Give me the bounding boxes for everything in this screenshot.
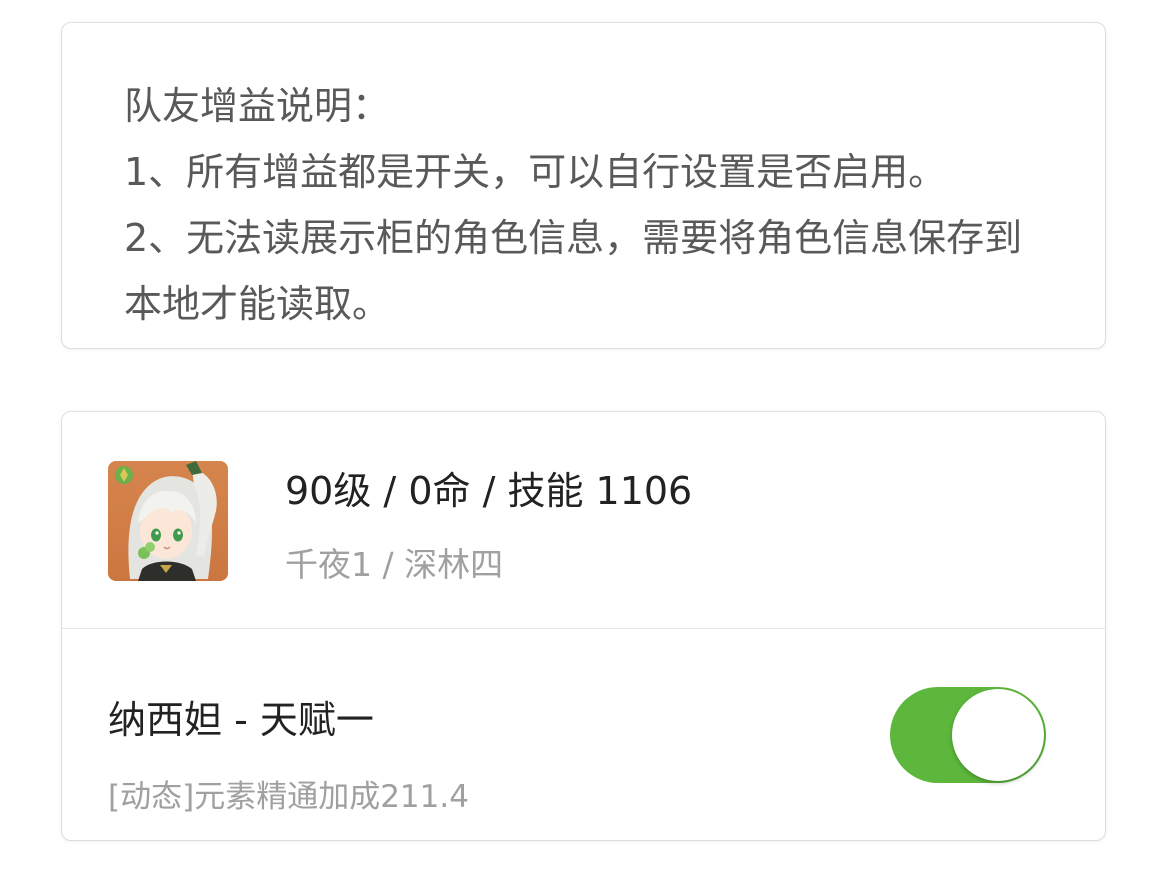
nahida-avatar-icon [108, 461, 228, 581]
character-row[interactable]: 90级 / 0命 / 技能 1106 千夜1 / 深林四 [62, 412, 1105, 629]
info-line-1: 1、所有增益都是开关，可以自行设置是否启用。 [124, 150, 947, 194]
character-avatar [108, 461, 228, 581]
info-line-2: 2、无法读展示柜的角色信息，需要将角色信息保存到本地才能读取。 [124, 216, 1023, 326]
teammate-buff-card: 90级 / 0命 / 技能 1106 千夜1 / 深林四 纳西妲 - 天赋一 [… [61, 411, 1106, 841]
buff-title: 纳西妲 - 天赋一 [108, 698, 374, 742]
buff-info-card: 队友增益说明： 1、所有增益都是开关，可以自行设置是否启用。 2、无法读展示柜的… [61, 22, 1106, 349]
info-heading: 队友增益说明： [124, 84, 391, 128]
buff-description: [动态]元素精通加成211.4 [108, 779, 469, 815]
buff-enable-toggle[interactable] [890, 687, 1046, 783]
character-weapon-artifact: 千夜1 / 深林四 [285, 545, 504, 584]
toggle-knob [952, 689, 1044, 781]
character-stats: 90级 / 0命 / 技能 1106 [285, 469, 693, 513]
buff-row: 纳西妲 - 天赋一 [动态]元素精通加成211.4 [62, 629, 1105, 840]
